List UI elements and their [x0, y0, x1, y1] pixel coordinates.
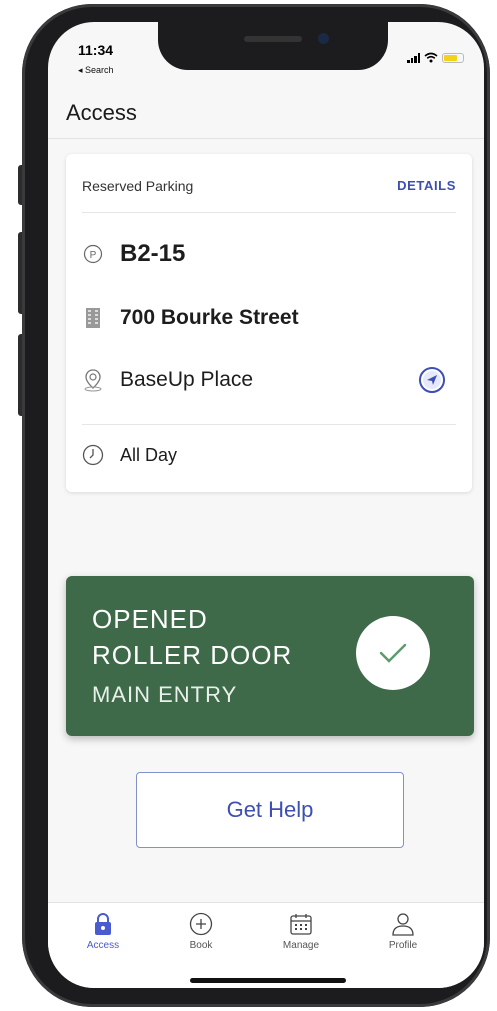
tab-manage-label: Manage [282, 940, 320, 951]
tab-profile[interactable]: Profile [368, 911, 438, 951]
tab-manage[interactable]: Manage [266, 911, 336, 951]
svg-text:P: P [90, 250, 97, 261]
person-icon [392, 913, 414, 936]
tab-book-label: Book [189, 940, 213, 951]
plus-circle-icon [189, 912, 213, 936]
clock-icon [82, 444, 104, 466]
back-to-search-link[interactable]: ◂ Search [78, 65, 114, 76]
signal-icon [407, 52, 420, 63]
status-line-1: OPENED [92, 604, 208, 634]
front-camera [318, 33, 329, 44]
card-divider-2 [82, 424, 456, 425]
navigate-icon[interactable] [418, 366, 446, 399]
wifi-icon [424, 52, 438, 63]
tab-book[interactable]: Book [166, 911, 236, 951]
address: 700 Bourke Street [120, 306, 299, 329]
card-divider [82, 212, 456, 213]
page-title: Access [66, 100, 137, 125]
notch [158, 22, 388, 70]
duration-row: All Day [82, 444, 456, 466]
get-help-button[interactable]: Get Help [136, 772, 404, 848]
tab-bar: Access Book Manage Profile [48, 902, 484, 988]
phone-frame: 11:34 ◂ Search Access Reserved Parking D… [22, 4, 490, 1007]
battery-icon [442, 52, 464, 63]
reserved-parking-card: Reserved Parking DETAILS P B2-15 700 Bou… [66, 154, 472, 492]
app-screen: 11:34 ◂ Search Access Reserved Parking D… [48, 22, 484, 988]
parking-bay: B2-15 [120, 240, 186, 267]
header-divider [48, 138, 484, 139]
home-indicator [190, 978, 346, 983]
speaker [244, 36, 302, 42]
status-line-3: MAIN ENTRY [92, 682, 238, 707]
lock-icon [95, 913, 111, 935]
card-label: Reserved Parking [82, 178, 194, 194]
status-time: 11:34 [78, 42, 114, 58]
door-status-banner: OPENED ROLLER DOOR MAIN ENTRY [66, 576, 474, 736]
calendar-icon [290, 914, 312, 935]
status-line-2: ROLLER DOOR [92, 640, 293, 670]
address-row: 700 Bourke Street [82, 306, 456, 330]
place-name: BaseUp Place [120, 368, 254, 391]
status-icons [407, 52, 464, 63]
parking-icon: P [82, 243, 104, 265]
building-icon [82, 307, 104, 329]
bay-row: P B2-15 [82, 240, 456, 268]
card-header: Reserved Parking DETAILS [82, 178, 456, 194]
place-row: BaseUp Place [82, 367, 456, 393]
tab-profile-label: Profile [388, 940, 418, 951]
tab-access-label: Access [86, 940, 120, 951]
duration: All Day [120, 444, 178, 465]
check-icon [356, 616, 430, 690]
tab-access[interactable]: Access [68, 911, 138, 951]
location-pin-icon [82, 369, 104, 392]
details-link[interactable]: DETAILS [397, 178, 456, 194]
